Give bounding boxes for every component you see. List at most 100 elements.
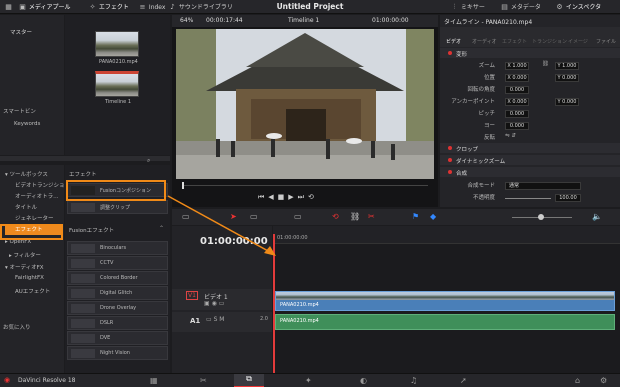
flip-icons[interactable]: ⇋ ⇵ (505, 133, 516, 139)
tab-effects[interactable]: エフェクト (502, 38, 527, 45)
smart-bins-label: スマートビン (3, 109, 36, 115)
grid-icon[interactable]: ▦ (4, 2, 13, 12)
audio-transitions-item[interactable]: オーディオトラ… (15, 192, 59, 200)
yaw-field[interactable]: 0.000 (505, 122, 529, 130)
settings-icon[interactable]: ⚙ (600, 376, 607, 385)
zoom-y-field[interactable]: Y 1.000 (555, 62, 579, 70)
composite-mode-select[interactable]: 通常 (505, 182, 581, 190)
home-icon[interactable]: ⌂ (575, 376, 580, 385)
master-bin[interactable]: マスター (10, 28, 32, 36)
tab-video[interactable]: ビデオ (446, 38, 461, 45)
media-page-icon[interactable]: ▦ (150, 376, 158, 385)
search-icon[interactable]: ⌕ (147, 157, 150, 165)
fairlight-page-icon[interactable]: ♫ (410, 376, 417, 385)
tab-audio[interactable]: オーディオ (472, 38, 497, 45)
opacity-slider[interactable] (505, 198, 551, 199)
video-track-header: V1 ビデオ 1 ▣ ◉ ▭ (172, 289, 272, 310)
audio-clip[interactable]: PANA0210.mp4 (275, 314, 615, 330)
snap-icon[interactable]: ⟲ (332, 212, 339, 221)
overwrite-icon[interactable]: ▭ (294, 212, 302, 221)
effect-thumbnail (71, 319, 95, 328)
timeline-ruler[interactable]: 01:00:00:00 (273, 226, 620, 244)
volume-icon[interactable]: 🔈 (592, 212, 602, 221)
scrubber-handle[interactable] (182, 182, 184, 189)
au-effects-item[interactable]: AUエフェクト (15, 287, 50, 295)
media-pool-icon: ▣ (19, 3, 26, 11)
adjustment-clip-item[interactable]: 調整クリップ (67, 200, 168, 214)
zoom-x-field[interactable]: X 1.000 (505, 62, 529, 70)
tab-transition[interactable]: トランジション (532, 38, 567, 45)
rotation-field[interactable]: 0.000 (505, 86, 529, 94)
timeline-name: Timeline 1 (105, 99, 132, 105)
razor-icon[interactable]: ✂ (368, 212, 375, 221)
fusion-effect-item[interactable]: CCTV (67, 256, 168, 270)
fusion-page-icon[interactable]: ✦ (305, 376, 312, 385)
transform-section[interactable]: 変形 (440, 48, 620, 58)
fusion-effect-item[interactable]: Colored Border (67, 271, 168, 285)
anchor-x-field[interactable]: X 0.000 (505, 98, 529, 106)
fusion-effect-item[interactable]: Night Vision (67, 346, 168, 360)
generators-item[interactable]: ジェネレーター (15, 214, 54, 222)
link-clips-icon[interactable]: ⛓ (350, 212, 360, 221)
mixer-button[interactable]: ⫶ ミキサー (450, 2, 485, 12)
fusion-effect-item[interactable]: DSLR (67, 316, 168, 330)
clip-thumbnail[interactable] (95, 31, 139, 57)
tab-image[interactable]: イメージ (568, 38, 588, 45)
composite-section[interactable]: 合成 (440, 167, 620, 177)
audio-fx-item[interactable]: ▾ オーディオFX (5, 263, 44, 271)
effects-button[interactable]: ✧ エフェクト (88, 2, 129, 12)
crop-section[interactable]: クロップ (440, 143, 620, 153)
timeline-thumbnail[interactable] (95, 71, 139, 97)
position-x-field[interactable]: X 0.000 (505, 74, 529, 82)
bin-list: マスター スマートビン Keywords (0, 15, 64, 155)
titles-item[interactable]: タイトル (15, 203, 37, 211)
cut-page-icon[interactable]: ✂ (200, 376, 207, 385)
toolbox-item[interactable]: ▾ ツールボックス (5, 170, 48, 178)
filters-item[interactable]: ▸ フィルター (9, 251, 41, 259)
video-frame (176, 29, 434, 179)
position-y-field[interactable]: Y 0.000 (555, 74, 579, 82)
timeline-selector[interactable]: Timeline 1 (288, 17, 319, 24)
flag-icon[interactable]: ⚑ (412, 212, 419, 221)
pitch-field[interactable]: 0.000 (505, 110, 529, 118)
opacity-field[interactable]: 100.00 (555, 194, 581, 202)
composite-mode-row: 合成モード 通常 (443, 181, 620, 192)
metadata-button[interactable]: ▤ メタデータ (500, 2, 541, 12)
fusion-effect-item[interactable]: DVE (67, 331, 168, 345)
app-name: DaVinci Resolve 18 (18, 377, 76, 384)
inspector-button[interactable]: ⚙ インスペクタ (555, 2, 601, 12)
tab-file[interactable]: ファイル (596, 38, 616, 45)
fairlight-fx-item[interactable]: FairlightFX (15, 275, 44, 281)
dynamic-zoom-section[interactable]: ダイナミックズーム (440, 155, 620, 165)
effects-sidebar: ▾ ツールボックス ビデオトランジション オーディオトラ… タイトル ジェネレー… (0, 165, 70, 373)
rotation-row: 回転の角度 0.000 (443, 85, 620, 96)
media-pool-grid: PANA0210.mp4 Timeline 1 (65, 15, 170, 155)
annotation-arrow (167, 195, 276, 256)
link-icon[interactable]: ⛓ (542, 61, 549, 67)
video-clip[interactable]: PANA0210.mp4 (275, 291, 615, 311)
position-row: 位置 X 0.000 Y 0.000 (443, 73, 620, 84)
resolve-logo-icon: ◉ (4, 376, 11, 384)
scrubber[interactable] (182, 185, 428, 186)
media-pool-button[interactable]: ▣ メディアプール (18, 2, 70, 12)
effect-thumbnail (71, 349, 95, 358)
keywords-bin[interactable]: Keywords (14, 121, 40, 127)
zoom-level[interactable]: 64% (180, 17, 193, 24)
track-id-a1[interactable]: A1 (190, 317, 200, 325)
anchor-y-field[interactable]: Y 0.000 (555, 98, 579, 106)
marker-icon[interactable]: ◆ (430, 212, 436, 221)
audio-controls-icons[interactable]: ▭ S M (206, 316, 224, 323)
sound-library-button[interactable]: ♪ サウンドライブラリ (168, 2, 233, 12)
video-transitions-item[interactable]: ビデオトランジション (15, 181, 70, 189)
track-controls-icons[interactable]: ▣ ◉ ▭ (204, 300, 224, 307)
opacity-row: 不透明度 100.00 (443, 193, 620, 204)
fusion-effect-item[interactable]: Binoculars (67, 241, 168, 255)
fusion-effect-item[interactable]: Drone Overlay (67, 301, 168, 315)
edit-page-icon[interactable]: ⧉ (234, 374, 264, 387)
index-button[interactable]: ≡ Index (138, 2, 166, 12)
fusion-effect-item[interactable]: Digital Glitch (67, 286, 168, 300)
pitch-row: ピッチ 0.000 (443, 109, 620, 120)
color-page-icon[interactable]: ◐ (360, 376, 367, 385)
track-id-v1[interactable]: V1 (186, 291, 198, 300)
deliver-page-icon[interactable]: ➚ (460, 376, 467, 385)
